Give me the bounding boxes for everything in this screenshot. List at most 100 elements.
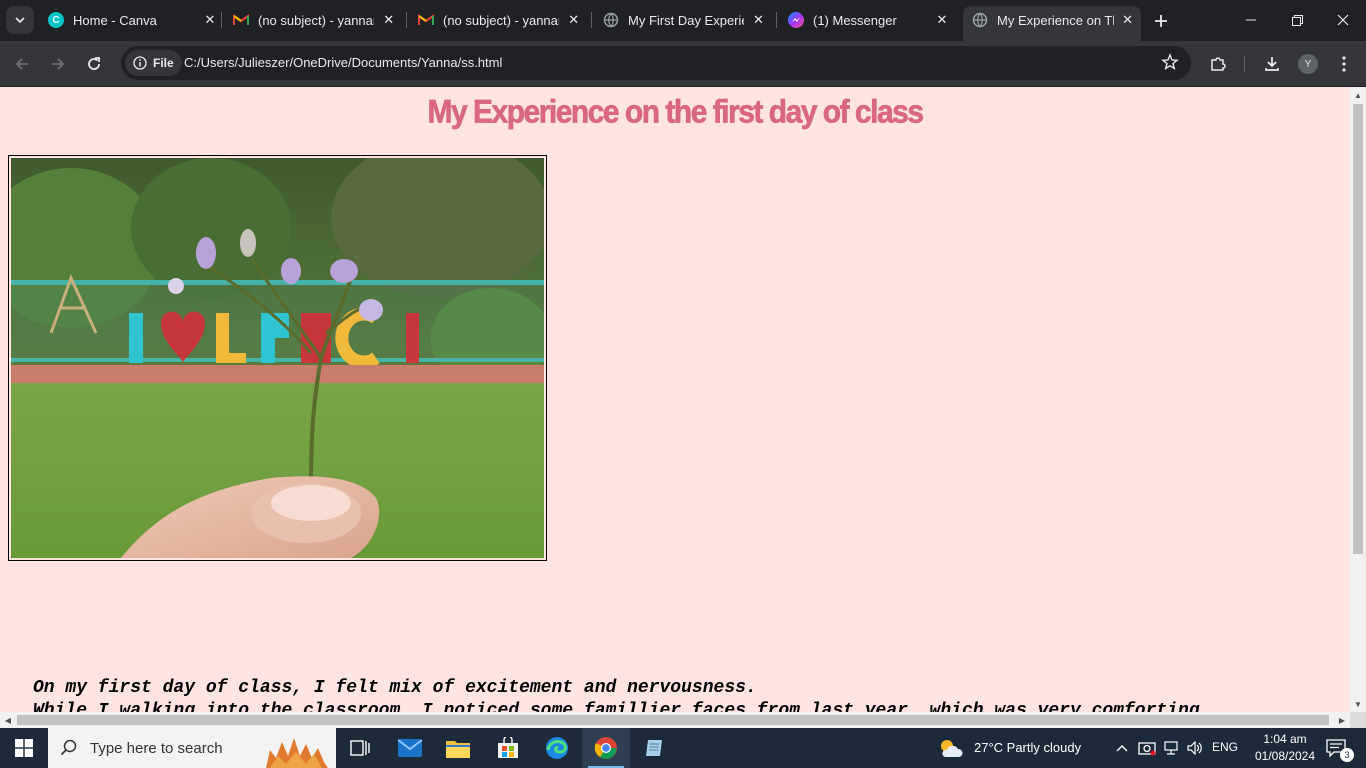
avatar: Y [1298,54,1318,74]
chrome-icon [594,737,617,759]
scrollbar-corner [1350,712,1366,728]
search-highlight-icon [256,728,336,768]
star-icon [1161,53,1179,71]
task-view-button[interactable] [336,728,384,768]
notepad-app[interactable] [631,728,679,768]
close-icon[interactable]: ✕ [202,12,218,28]
close-icon[interactable]: ✕ [382,12,395,28]
page-viewport: My Experience on the first day of class [0,87,1366,728]
close-icon[interactable]: ✕ [1122,12,1133,28]
url-text[interactable]: C:/Users/Julieszer/OneDrive/Documents/Ya… [184,55,502,70]
canva-icon: C [48,12,64,28]
folder-icon [446,741,470,758]
tab-gmail-2[interactable]: (no subject) - yannamarie ✕ [418,6,580,34]
profile-button[interactable]: Y [1294,50,1322,78]
close-icon[interactable]: ✕ [752,12,765,28]
tab-title: My First Day Experience [628,12,744,28]
mail-icon [398,739,422,757]
campus-flower-photo [11,158,544,558]
tab-first-day[interactable]: My First Day Experience ✕ [603,6,765,34]
windows-logo-icon [15,739,33,757]
downloads-button[interactable] [1258,50,1286,78]
tab-gmail-1[interactable]: (no subject) - yannamarie ✕ [233,6,395,34]
tab-canva[interactable]: C Home - Canva ✕ [48,6,218,34]
tab-title: (no subject) - yannamarie [443,12,559,28]
puzzle-icon [1211,57,1226,71]
page-title: My Experience on the first day of class [427,94,924,131]
start-button[interactable] [0,728,48,768]
tab-title: (1) Messenger [813,12,897,28]
task-view-icon [350,740,370,756]
microsoft-store-app[interactable] [484,728,532,768]
clock-time[interactable]: 1:04 am [1257,732,1313,746]
toolbar-divider [1244,56,1245,72]
scroll-left-arrow-icon[interactable]: ◀ [0,712,16,728]
mail-app[interactable] [386,728,434,768]
site-info-chip[interactable]: File [125,50,182,76]
notification-count-badge: 3 [1340,748,1354,762]
meet-now-button[interactable] [1136,728,1158,768]
clock-date[interactable]: 01/08/2024 [1253,749,1317,763]
weather-widget-icon-wrap[interactable] [930,728,970,768]
edge-icon [546,737,568,759]
scroll-down-arrow-icon[interactable]: ▼ [1350,696,1366,712]
extensions-button[interactable] [1204,50,1232,78]
chevron-up-icon [1116,745,1128,752]
paragraph-line-1: On my first day of class, I felt mix of … [33,678,757,698]
back-button[interactable] [8,50,36,78]
gmail-icon [233,12,249,28]
tab-separator [221,12,222,28]
site-info-label: File [153,56,174,70]
tab-separator [591,12,592,28]
globe-icon [603,12,619,28]
file-explorer-app[interactable] [434,728,482,768]
minimize-icon [1246,19,1256,21]
partly-cloudy-icon [941,740,963,757]
language-indicator[interactable]: ENG [1212,740,1238,754]
weather-text[interactable]: 27°C Partly cloudy [974,740,1081,755]
network-button[interactable] [1160,728,1182,768]
bookmark-button[interactable] [1161,53,1179,76]
forward-button[interactable] [44,50,72,78]
horizontal-scrollbar[interactable]: ◀ ▶ [0,712,1350,728]
horizontal-scroll-thumb[interactable] [17,715,1329,725]
reload-button[interactable] [80,50,108,78]
info-icon [133,56,147,70]
close-icon[interactable]: ✕ [934,12,950,28]
minimize-button[interactable] [1228,0,1274,40]
restore-button[interactable] [1274,0,1320,40]
search-icon [60,739,77,756]
tab-strip: C Home - Canva ✕ (no subject) - yannamar… [0,0,1366,41]
search-placeholder: Type here to search [90,739,223,757]
chrome-app[interactable] [582,728,630,768]
tab-messenger[interactable]: (1) Messenger ✕ [788,6,950,34]
chevron-down-icon [15,17,25,24]
show-hidden-icons-button[interactable] [1110,728,1134,768]
camera-alert-icon [1138,742,1156,756]
address-bar[interactable]: File C:/Users/Julieszer/OneDrive/Documen… [121,46,1191,80]
scroll-up-arrow-icon[interactable]: ▲ [1350,87,1366,103]
taskbar-search[interactable]: Type here to search [48,728,336,768]
tab-separator [406,12,407,28]
close-icon [1337,14,1349,26]
vertical-scroll-thumb[interactable] [1353,104,1363,554]
edge-app[interactable] [533,728,581,768]
notepad-icon [646,740,662,756]
new-tab-button[interactable] [1150,10,1172,32]
tab-my-experience[interactable]: My Experience on The First Day ✕ [963,6,1141,41]
tab-separator [776,12,777,28]
restore-icon [1291,14,1303,26]
network-icon [1164,741,1178,755]
arrow-left-icon [15,58,28,70]
notification-center-button[interactable]: 3 [1318,728,1354,768]
volume-button[interactable] [1184,728,1206,768]
vertical-scrollbar[interactable]: ▲ ▼ [1350,87,1366,712]
menu-button[interactable] [1330,50,1358,78]
kebab-menu-icon [1342,56,1346,72]
close-window-button[interactable] [1320,0,1366,40]
gmail-icon [418,12,434,28]
scroll-right-arrow-icon[interactable]: ▶ [1334,712,1350,728]
close-icon[interactable]: ✕ [567,12,580,28]
tab-search-button[interactable] [6,6,34,34]
tab-title: My Experience on The First Day [997,12,1114,28]
